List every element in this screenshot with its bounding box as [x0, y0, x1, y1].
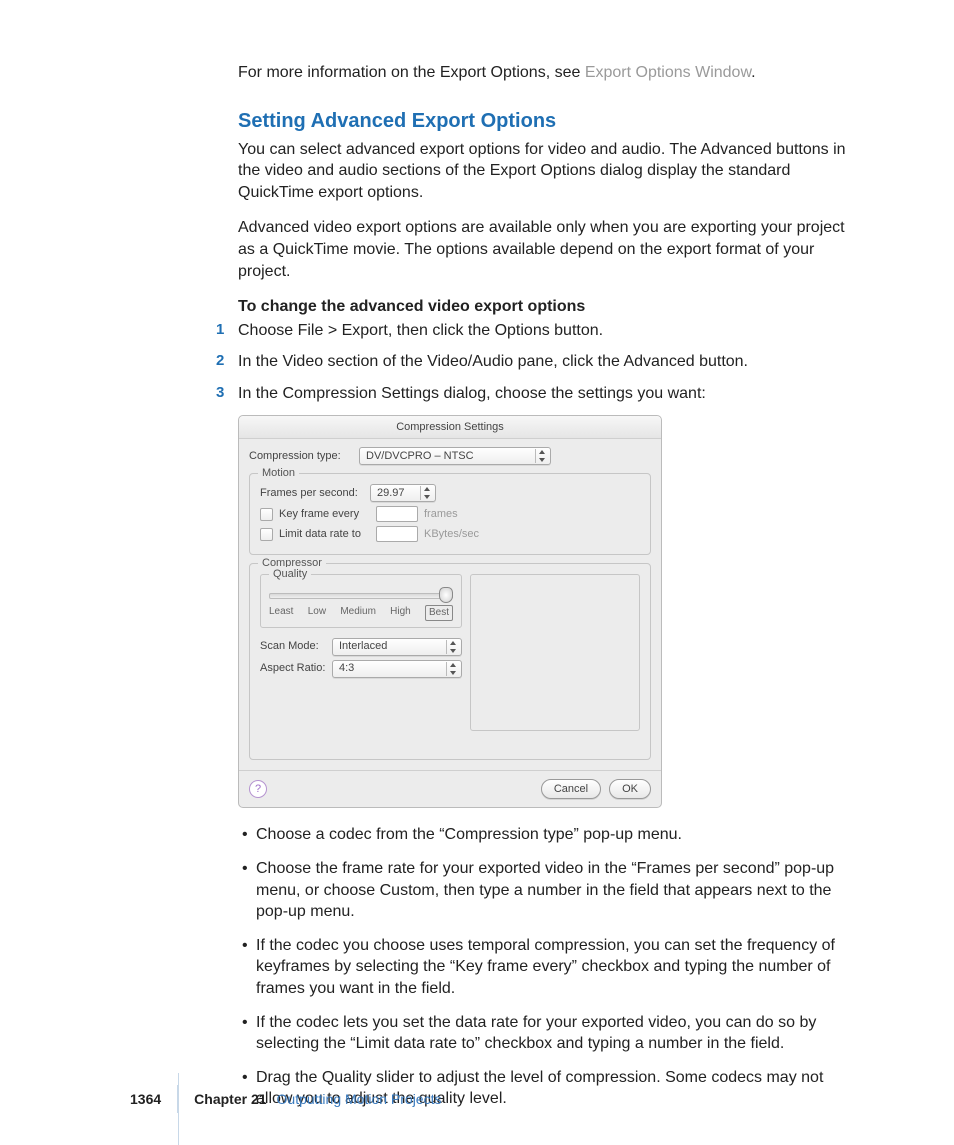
quality-label-low: Low: [308, 605, 326, 621]
intro-pre: For more information on the Export Optio…: [238, 64, 585, 81]
body-paragraph-2: Advanced video export options are availa…: [238, 217, 858, 282]
section-heading: Setting Advanced Export Options: [238, 108, 858, 135]
step-item: Choose File > Export, then click the Opt…: [238, 320, 858, 342]
dialog-title: Compression Settings: [239, 416, 661, 440]
scan-mode-label: Scan Mode:: [260, 639, 332, 654]
quality-label-high: High: [390, 605, 411, 621]
aspect-ratio-label: Aspect Ratio:: [260, 661, 332, 676]
chapter-label: Chapter 21: [194, 1091, 266, 1107]
scan-mode-value: Interlaced: [339, 639, 387, 654]
scan-mode-popup[interactable]: Interlaced: [332, 638, 462, 656]
list-item: Choose the frame rate for your exported …: [238, 858, 858, 923]
quality-label-medium: Medium: [340, 605, 376, 621]
quality-slider[interactable]: [269, 589, 453, 599]
fps-popup[interactable]: 29.97: [370, 484, 436, 502]
ok-button[interactable]: OK: [609, 779, 651, 799]
help-button[interactable]: ?: [249, 780, 267, 798]
step-item: In the Compression Settings dialog, choo…: [238, 383, 858, 405]
preview-pane: [470, 574, 640, 731]
step-item: In the Video section of the Video/Audio …: [238, 351, 858, 373]
fps-value: 29.97: [377, 486, 405, 501]
list-item: If the codec you choose uses temporal co…: [238, 935, 858, 1000]
export-options-window-link[interactable]: Export Options Window: [585, 64, 751, 81]
limit-field[interactable]: [376, 526, 418, 542]
page-number: 1364: [130, 1091, 161, 1107]
popup-arrows-icon: [420, 486, 433, 500]
quality-group: Quality Least Low Medium High: [260, 574, 462, 628]
list-item: If the codec lets you set the data rate …: [238, 1012, 858, 1055]
motion-group: Motion Frames per second: 29.97 Key fram…: [249, 473, 651, 555]
compression-type-value: DV/DVCPRO – NTSC: [366, 449, 474, 464]
compressor-group: Compressor Quality Least: [249, 563, 651, 760]
compression-type-popup[interactable]: DV/DVCPRO – NTSC: [359, 447, 551, 465]
popup-arrows-icon: [446, 662, 459, 676]
compression-type-label: Compression type:: [249, 449, 359, 464]
quality-label-best: Best: [425, 605, 453, 621]
compression-settings-dialog: Compression Settings Compression type: D…: [238, 415, 662, 809]
task-heading: To change the advanced video export opti…: [238, 296, 858, 318]
checkbox-icon: [260, 508, 273, 521]
chapter-title: Outputting Motion Projects: [277, 1091, 442, 1107]
bullet-list: Choose a codec from the “Compression typ…: [238, 824, 858, 1110]
page-footer: 1364 Chapter 21 Outputting Motion Projec…: [0, 1085, 954, 1113]
cancel-button[interactable]: Cancel: [541, 779, 601, 799]
keyframe-label: Key frame every: [279, 508, 359, 520]
keyframe-unit: frames: [424, 507, 458, 522]
checkbox-icon: [260, 528, 273, 541]
popup-arrows-icon: [535, 449, 548, 463]
intro-paragraph: For more information on the Export Optio…: [238, 62, 858, 84]
limit-label: Limit data rate to: [279, 528, 361, 540]
body-paragraph-1: You can select advanced export options f…: [238, 139, 858, 204]
steps-list: Choose File > Export, then click the Opt…: [238, 320, 858, 405]
margin-rule: [178, 1073, 179, 1145]
slider-track: [269, 593, 453, 599]
keyframe-field[interactable]: [376, 506, 418, 522]
quality-legend: Quality: [269, 567, 311, 582]
list-item: Choose a codec from the “Compression typ…: [238, 824, 858, 846]
quality-label-least: Least: [269, 605, 293, 621]
keyframe-checkbox-row[interactable]: Key frame every: [260, 507, 370, 522]
popup-arrows-icon: [446, 640, 459, 654]
aspect-ratio-value: 4:3: [339, 661, 354, 676]
limit-unit: KBytes/sec: [424, 527, 479, 542]
quality-labels: Least Low Medium High Best: [269, 605, 453, 621]
motion-legend: Motion: [258, 466, 299, 481]
limit-checkbox-row[interactable]: Limit data rate to: [260, 527, 370, 542]
intro-post: .: [751, 64, 755, 81]
fps-label: Frames per second:: [260, 486, 370, 501]
slider-thumb-icon: [439, 587, 453, 603]
aspect-ratio-popup[interactable]: 4:3: [332, 660, 462, 678]
